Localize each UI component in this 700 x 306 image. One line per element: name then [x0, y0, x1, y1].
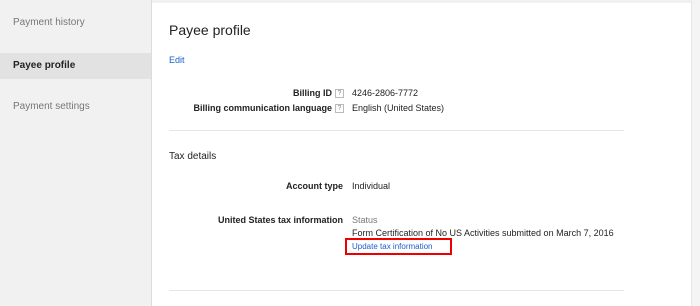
- billing-id-label: Billing ID?: [293, 88, 344, 99]
- tax-details-title: Tax details: [169, 151, 217, 162]
- billing-language-label: Billing communication language?: [193, 103, 344, 114]
- edit-link[interactable]: Edit: [169, 55, 185, 65]
- billing-id-value: 4246-2806-7772: [352, 88, 419, 98]
- billing-language-value: English (United States): [352, 103, 445, 113]
- billing-language-label-text: Billing communication language: [193, 103, 332, 113]
- account-type-value: Individual: [352, 181, 391, 191]
- update-tax-information-link[interactable]: Update tax information: [345, 238, 452, 255]
- sidebar-item-payee-profile[interactable]: Payee profile: [0, 53, 151, 79]
- main-panel: Payee profile Edit Billing ID? 4246-2806…: [152, 3, 691, 306]
- us-tax-info-label: United States tax information: [217, 215, 343, 225]
- status-text: Form Certification of No US Activities s…: [352, 228, 614, 238]
- sidebar-item-payment-settings[interactable]: Payment settings: [0, 94, 151, 120]
- status-label: Status: [352, 215, 378, 225]
- sidebar: Payment history Payee profile Payment se…: [0, 0, 151, 306]
- section-divider: [169, 290, 624, 291]
- help-icon[interactable]: ?: [335, 104, 344, 114]
- section-divider: [169, 130, 624, 131]
- help-icon[interactable]: ?: [335, 89, 344, 99]
- page-title: Payee profile: [169, 22, 251, 38]
- sidebar-item-payment-history[interactable]: Payment history: [0, 10, 151, 36]
- app-root: Payment history Payee profile Payment se…: [0, 0, 700, 306]
- account-type-label: Account type: [285, 181, 343, 191]
- scrollbar[interactable]: [691, 0, 700, 306]
- billing-id-label-text: Billing ID: [293, 88, 332, 98]
